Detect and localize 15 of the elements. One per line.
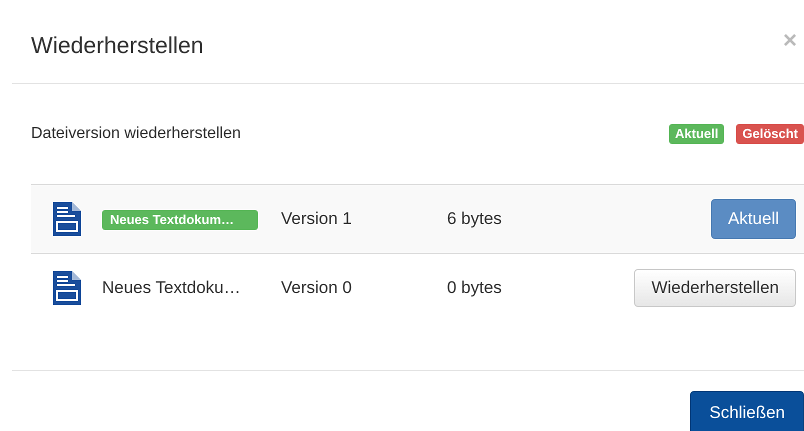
text-file-icon bbox=[52, 202, 80, 236]
version-text: Version 1 bbox=[281, 209, 353, 229]
restore-button[interactable]: Wiederherstellen bbox=[634, 269, 796, 307]
section-title: Dateiversion wiederherstellen bbox=[31, 125, 241, 143]
current-button[interactable]: Aktuell bbox=[710, 199, 796, 239]
file-name: Neues Textdoku… bbox=[102, 278, 241, 297]
version-text: Version 0 bbox=[281, 278, 353, 298]
file-name-label: Neues Textdokum… bbox=[102, 210, 258, 230]
text-file-icon bbox=[52, 271, 80, 305]
size-text: 0 bytes bbox=[447, 278, 503, 298]
legend-label: Gelöscht bbox=[736, 124, 804, 144]
size-text: 6 bytes bbox=[447, 209, 503, 229]
legend-label: Aktuell bbox=[669, 124, 724, 144]
dialog-title: Wiederherstellen bbox=[31, 32, 204, 59]
close-dialog-button[interactable]: Schließen bbox=[690, 391, 804, 431]
